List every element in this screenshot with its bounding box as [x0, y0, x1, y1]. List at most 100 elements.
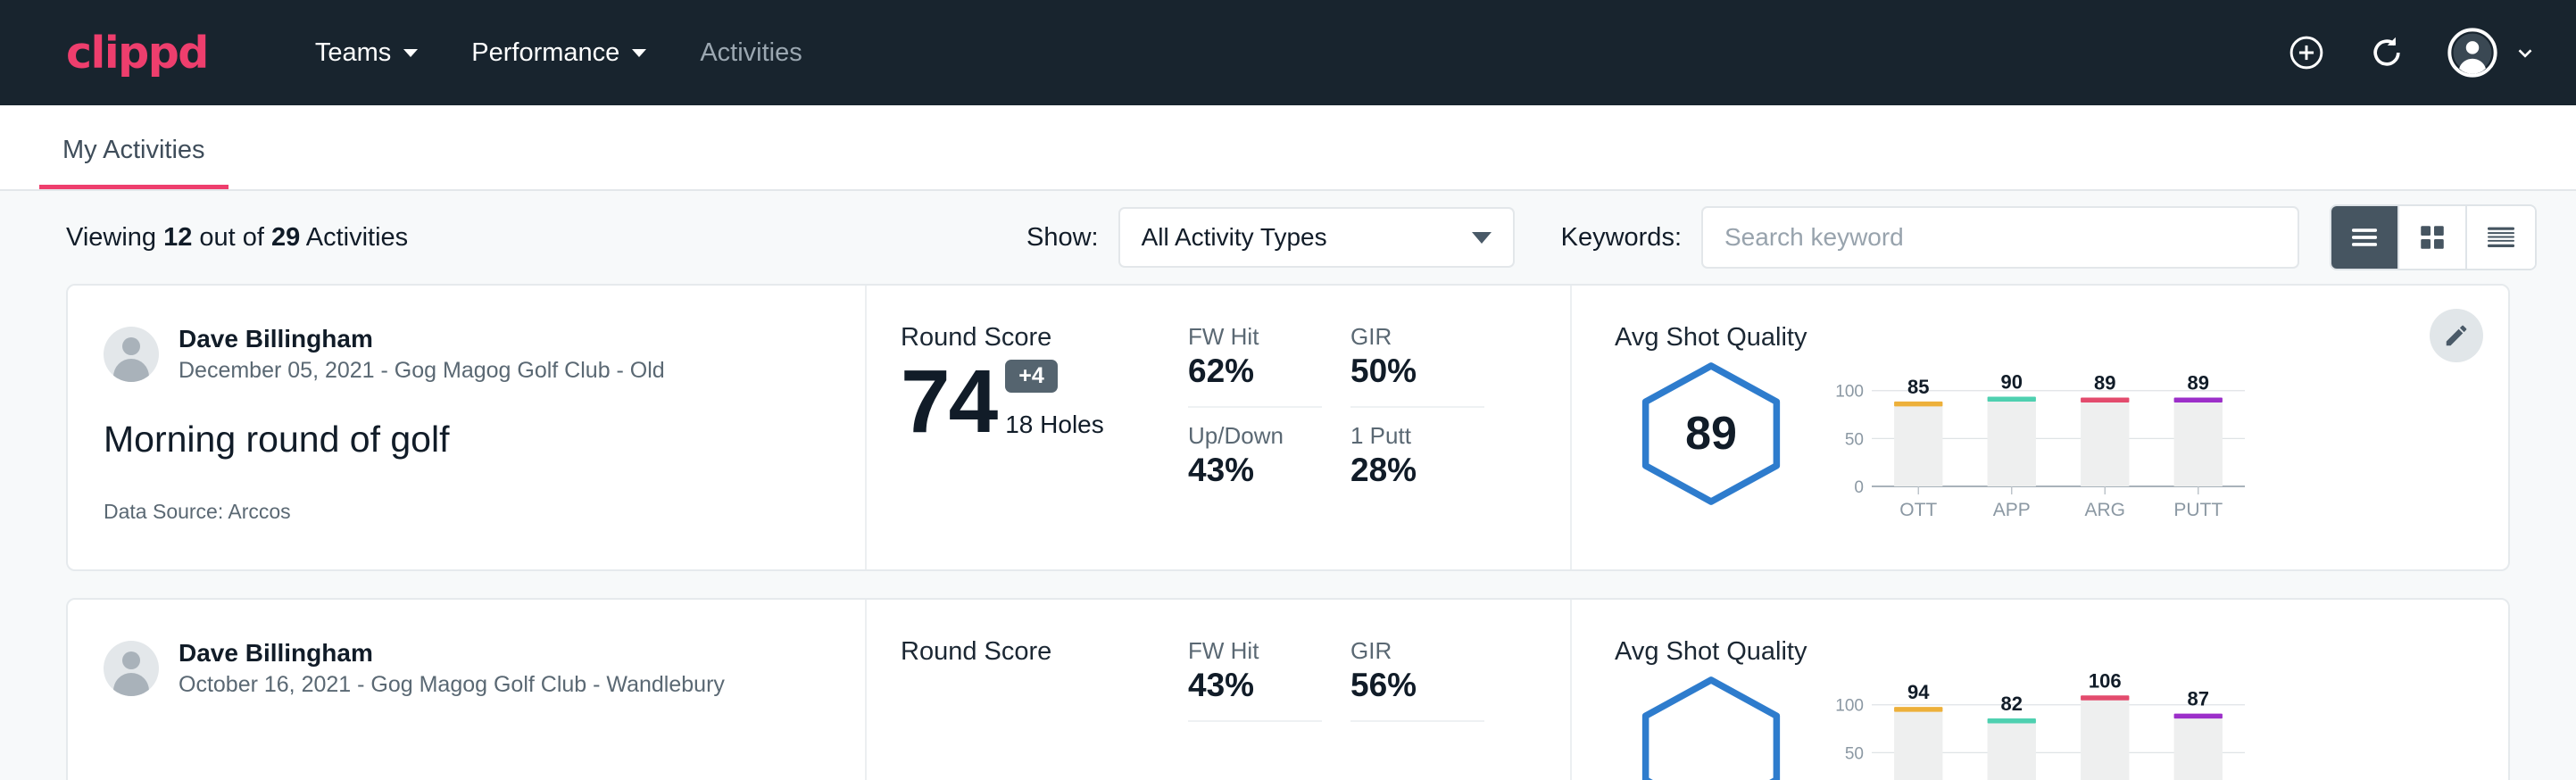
chevron-down-icon [403, 49, 418, 57]
nav-item-performance[interactable]: Performance [445, 38, 673, 68]
top-navigation-bar: clippd Teams Performance Activities [0, 0, 2576, 105]
score-to-par-badge: +4 [1005, 360, 1058, 393]
stat-up-down-label: Up/Down [1188, 422, 1322, 450]
nav-item-performance-label: Performance [471, 38, 619, 68]
round-score-column: Round Score 74 +4 18 Holes [867, 286, 1188, 569]
nav-actions [2287, 28, 2537, 78]
viewing-prefix: Viewing [66, 223, 163, 252]
nav-item-teams-label: Teams [315, 38, 391, 68]
svg-text:90: 90 [2001, 370, 2023, 393]
activity-card-list: Dave Billingham December 05, 2021 - Gog … [0, 284, 2576, 780]
chevron-down-icon [1472, 232, 1492, 244]
viewing-total: 29 [271, 223, 300, 252]
svg-text:100: 100 [1835, 383, 1864, 402]
keywords-label: Keywords: [1561, 223, 1682, 253]
activity-title: Morning round of golf [104, 419, 829, 461]
keyword-search-box[interactable] [1701, 206, 2299, 269]
stat-gir-value: 50% [1350, 353, 1484, 390]
activity-meta: December 05, 2021 - Gog Magog Golf Club … [179, 356, 665, 386]
round-score-column: Round Score [867, 600, 1188, 780]
show-label: Show: [1026, 223, 1099, 253]
svg-text:PUTT: PUTT [2173, 500, 2223, 520]
stat-fw-hit: FW Hit 43% [1188, 637, 1322, 722]
svg-text:106: 106 [2089, 669, 2122, 692]
stat-gir-label: GIR [1350, 323, 1484, 351]
round-score-label: Round Score [901, 323, 1188, 353]
author-name: Dave Billingham [179, 323, 665, 354]
svg-text:ARG: ARG [2084, 500, 2125, 520]
compact-view-icon [2485, 224, 2517, 251]
avatar [104, 641, 159, 696]
activity-summary-column: Dave Billingham December 05, 2021 - Gog … [68, 286, 867, 569]
chevron-down-icon [2514, 41, 2537, 64]
tab-my-activities[interactable]: My Activities [39, 136, 229, 189]
activity-type-select[interactable]: All Activity Types [1118, 207, 1515, 268]
round-score-value: 74 [901, 360, 996, 444]
stat-gir-label: GIR [1350, 637, 1484, 665]
shot-quality-column: Avg Shot Quality 05010094OTT82APP106ARG8… [1572, 600, 2508, 780]
search-input[interactable] [1724, 223, 2276, 252]
svg-text:89: 89 [2094, 372, 2115, 394]
round-stats-grid: FW Hit 62% GIR 50% Up/Down 43% 1 Putt 28… [1188, 286, 1572, 569]
svg-text:82: 82 [2001, 693, 2023, 715]
account-avatar-icon [2447, 28, 2497, 78]
avg-shot-quality-hexagon: 89 [1631, 358, 1791, 510]
activity-card[interactable]: Dave Billingham December 05, 2021 - Gog … [66, 284, 2510, 571]
svg-text:85: 85 [1907, 376, 1929, 398]
stat-one-putt-label: 1 Putt [1350, 422, 1484, 450]
stat-fw-hit: FW Hit 62% [1188, 323, 1322, 408]
stat-one-putt: 1 Putt 28% [1350, 422, 1484, 489]
svg-text:50: 50 [1845, 744, 1864, 763]
viewing-count: 12 [163, 223, 192, 252]
primary-nav-links: Teams Performance Activities [288, 38, 829, 68]
list-view-button[interactable] [2331, 206, 2399, 269]
author-name: Dave Billingham [179, 637, 725, 668]
refresh-icon[interactable] [2367, 33, 2406, 72]
edit-activity-button[interactable] [2430, 309, 2483, 362]
stat-up-down-value: 43% [1188, 452, 1322, 489]
stat-one-putt-value: 28% [1350, 452, 1484, 489]
svg-text:89: 89 [2188, 372, 2209, 394]
nav-item-activities[interactable]: Activities [673, 38, 828, 68]
filter-controls: Show: All Activity Types Keywords: [1026, 204, 2537, 270]
activities-count-summary: Viewing 12 out of 29 Activities [66, 223, 408, 253]
stat-gir: GIR 50% [1350, 323, 1484, 408]
stat-fw-hit-value: 43% [1188, 667, 1322, 704]
view-mode-toggle-group [2330, 204, 2537, 270]
grid-view-icon [2417, 222, 2447, 253]
shot-quality-bar-chart: 05010085OTT90APP89ARG89PUTT [1831, 358, 2481, 527]
svg-text:87: 87 [2188, 688, 2209, 710]
page-tab-bar: My Activities [0, 105, 2576, 191]
add-circle-icon[interactable] [2287, 33, 2326, 72]
chevron-down-icon [632, 49, 646, 57]
tab-my-activities-label: My Activities [62, 136, 205, 164]
svg-text:0: 0 [1854, 478, 1864, 497]
activity-meta: October 16, 2021 - Gog Magog Golf Club -… [179, 670, 725, 701]
compact-view-button[interactable] [2467, 206, 2535, 269]
round-stats-grid: FW Hit 43% GIR 56% [1188, 600, 1572, 780]
viewing-suffix: Activities [300, 223, 408, 252]
activity-type-select-value: All Activity Types [1142, 223, 1327, 252]
nav-item-teams[interactable]: Teams [288, 38, 445, 68]
activity-summary-column: Dave Billingham October 16, 2021 - Gog M… [68, 600, 867, 780]
app-logo[interactable]: clippd [66, 31, 208, 75]
activity-author: Dave Billingham December 05, 2021 - Gog … [104, 323, 829, 386]
svg-text:APP: APP [1993, 500, 2031, 520]
grid-view-button[interactable] [2399, 206, 2467, 269]
account-menu[interactable] [2447, 28, 2537, 78]
avatar [104, 327, 159, 382]
round-score-label: Round Score [901, 637, 1188, 667]
avg-shot-quality-label: Avg Shot Quality [1615, 637, 2481, 667]
stat-fw-hit-label: FW Hit [1188, 637, 1322, 665]
viewing-middle: out of [192, 223, 271, 252]
stat-fw-hit-label: FW Hit [1188, 323, 1322, 351]
stat-gir: GIR 56% [1350, 637, 1484, 722]
stat-fw-hit-value: 62% [1188, 353, 1322, 390]
list-view-icon [2348, 225, 2381, 250]
svg-text:94: 94 [1907, 681, 1930, 703]
avg-shot-quality-value [1631, 672, 1791, 780]
activity-card[interactable]: Dave Billingham October 16, 2021 - Gog M… [66, 598, 2510, 780]
avg-shot-quality-hexagon [1631, 672, 1791, 780]
pencil-icon [2443, 322, 2470, 349]
shot-quality-bar-chart: 05010094OTT82APP106ARG87PUTT [1831, 672, 2481, 780]
